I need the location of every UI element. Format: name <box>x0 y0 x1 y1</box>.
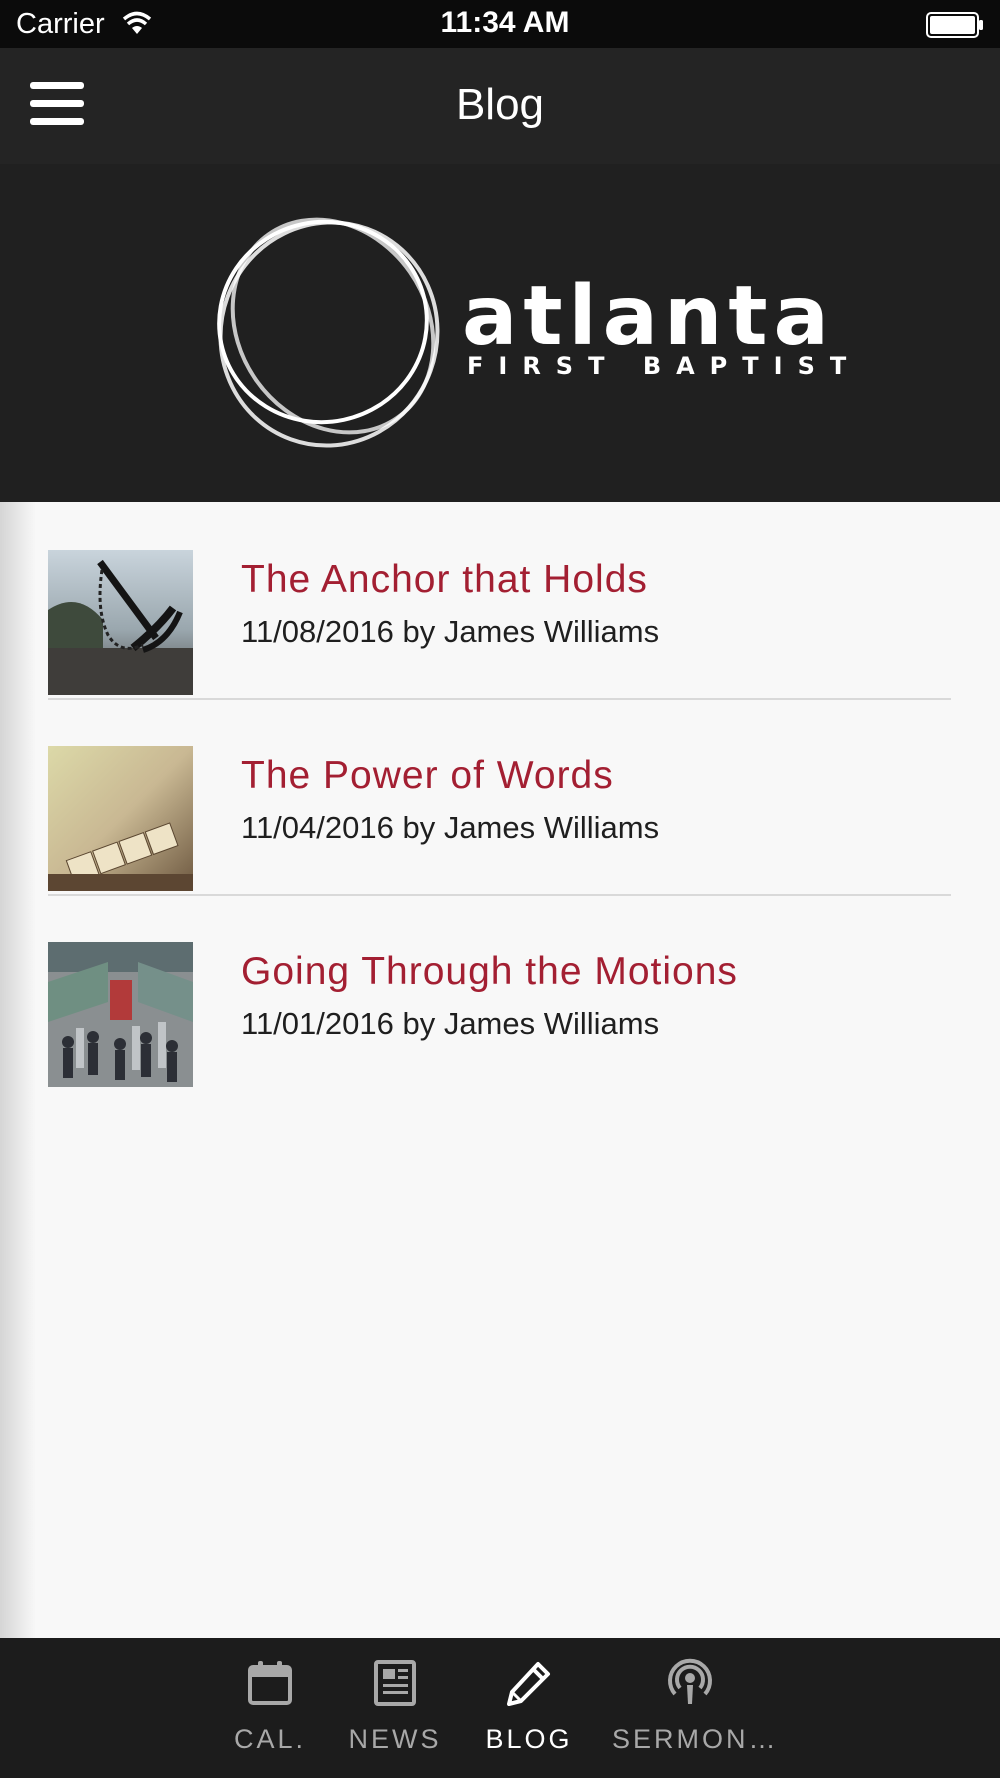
crowd-thumbnail <box>48 942 193 1087</box>
list-item[interactable]: The Anchor that Holds 11/08/2016 by Jame… <box>48 502 951 700</box>
logo-wordmark: atlanta <box>462 269 835 364</box>
list-item[interactable]: The Power of Words 11/04/2016 by James W… <box>48 698 951 896</box>
scrabble-tiles-thumbnail <box>48 746 193 891</box>
newspaper-icon <box>374 1660 416 1706</box>
nav-bar: Blog <box>0 48 1000 164</box>
tab-label: BLOG <box>485 1724 573 1754</box>
post-meta: 11/08/2016 by James Williams <box>241 614 660 649</box>
status-time: 11:34 AM <box>440 6 570 39</box>
post-title: The Anchor that Holds <box>241 558 648 601</box>
anchor-thumbnail <box>48 550 193 695</box>
logo-rings-icon <box>217 217 440 448</box>
battery-icon <box>926 12 983 38</box>
podcast-icon <box>668 1658 712 1704</box>
list-item[interactable]: Going Through the Motions 11/01/2016 by … <box>48 894 951 1090</box>
tab-blog[interactable]: BLOG <box>482 1638 576 1778</box>
post-title: The Power of Words <box>241 754 614 797</box>
blog-list: The Anchor that Holds 11/08/2016 by Jame… <box>0 502 1000 1638</box>
pencil-icon <box>507 1662 550 1706</box>
status-bar: Carrier 11:34 AM <box>0 0 1000 48</box>
tab-calendar[interactable]: CAL. <box>228 1638 312 1778</box>
page-title: Blog <box>455 80 545 129</box>
tab-news[interactable]: NEWS <box>345 1638 445 1778</box>
calendar-icon <box>248 1661 292 1705</box>
tab-sermons[interactable]: SERMON… <box>612 1638 779 1778</box>
tab-label: CAL. <box>233 1724 307 1754</box>
tab-bar: CAL. NEWS BLOG SERMON… <box>0 1638 1000 1778</box>
logo-subtitle: FIRST BAPTIST <box>467 352 862 380</box>
post-meta: 11/01/2016 by James Williams <box>241 1006 660 1041</box>
tab-label: NEWS <box>348 1724 442 1754</box>
post-title: Going Through the Motions <box>241 950 738 993</box>
post-meta: 11/04/2016 by James Williams <box>241 810 660 845</box>
edge-shadow <box>0 502 36 1638</box>
header-banner: atlanta FIRST BAPTIST <box>0 164 1000 502</box>
tab-label: SERMON… <box>612 1724 779 1754</box>
